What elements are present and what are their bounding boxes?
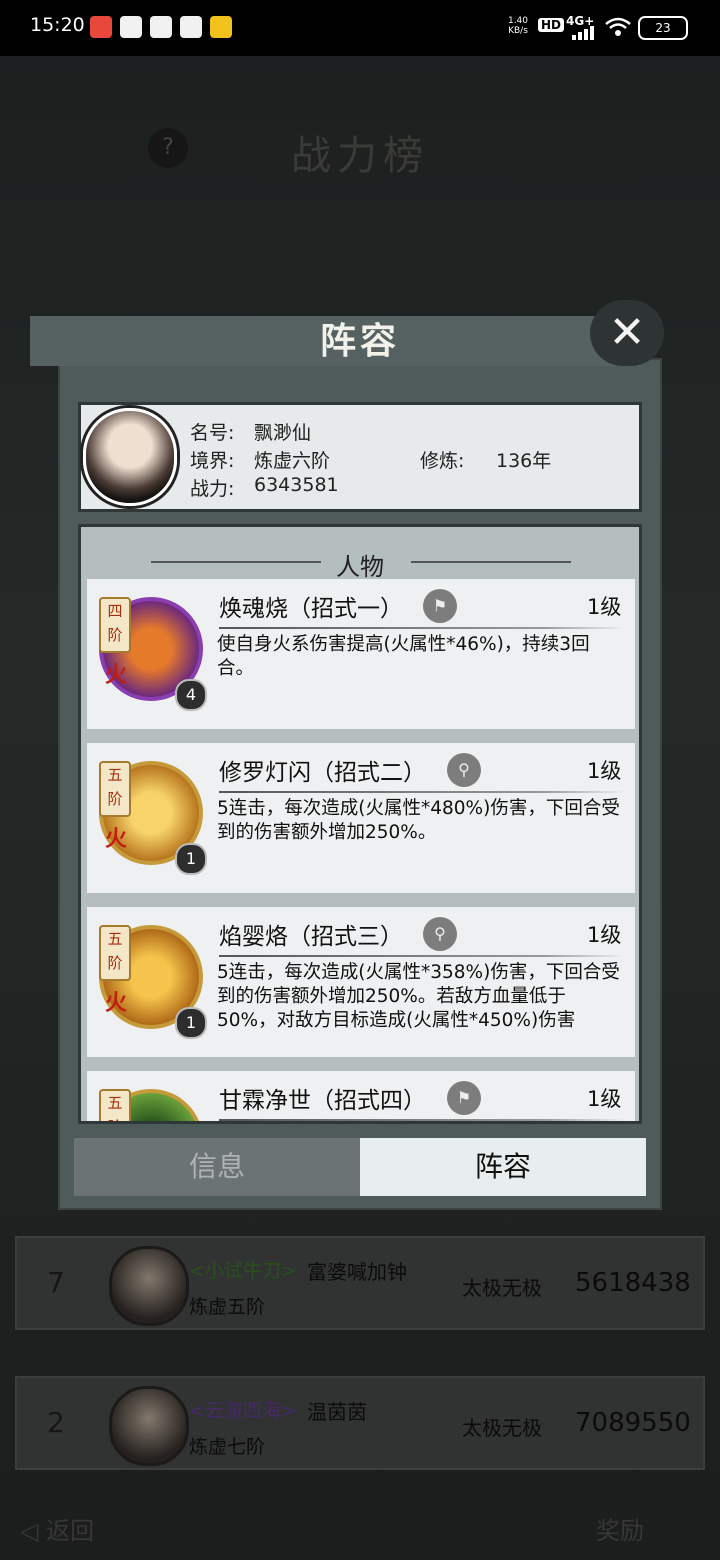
tab-lineup[interactable]: 阵容 [360,1138,646,1196]
skill-description: 使自身火系伤害提高(火属性*46%)，持续3回合。 [217,634,590,679]
skill-name: 焕魂烧（招式一） [219,596,403,622]
element-label: 火 [105,663,128,688]
battery-indicator: 23 [638,16,688,40]
mail-icon [120,16,142,38]
cultivation-label: 修炼: [420,450,465,472]
skill-type-icon[interactable]: ⚲ [423,917,457,951]
skill-type-icon[interactable]: ⚑ [447,1081,481,1115]
skill-card[interactable]: 五阶 甘霖净世（招式四） ⚑ 1级 [87,1071,635,1121]
app-icon-blue [210,16,232,38]
skill-type-icon[interactable]: ⚑ [423,589,457,623]
realm-label: 境界: [190,450,235,472]
skill-badge: 1 [175,843,207,875]
power-label: 战力: [190,478,235,500]
player-cultivation: 136年 [496,450,552,472]
player-realm: 炼虚六阶 [254,450,331,472]
skill-description: 5连击，每次造成(火属性*480%)伤害，下回合受到的伤害额外增加250%。 [217,798,620,843]
player-avatar [83,408,177,506]
skill-level: 1级 [587,759,622,783]
name-label: 名号: [190,422,235,444]
wifi-icon [605,17,631,36]
status-bar: 15:20 1.40 KB/s HD 4G+ 23 [0,0,720,56]
skill-name: 焰婴烙（招式三） [219,924,403,950]
hd-badge: HD [538,18,565,32]
player-power: 6343581 [254,474,339,496]
tier-badge: 四阶 [99,597,131,653]
skill-divider [219,955,625,957]
skill-level: 1级 [587,1087,622,1111]
signal-icon [572,26,594,40]
element-label: 火 [105,991,128,1016]
skill-card[interactable]: 四阶 火 4 焕魂烧（招式一） ⚑ 1级 使自身火系伤害提高(火属性*46%)，… [87,579,635,729]
net-speed: 1.40 KB/s [507,16,529,36]
skill-divider [219,791,625,793]
skill-description: 5连击，每次造成(火属性*358%)伤害，下回合受到的伤害额外增加250%。若敌… [217,962,620,1031]
element-label: 火 [105,827,128,852]
game-icon [150,16,172,38]
status-time: 15:20 [30,14,85,36]
skill-card[interactable]: 五阶 火 1 修罗灯闪（招式二） ⚲ 1级 5连击，每次造成(火属性*480%)… [87,743,635,893]
tier-badge: 五阶 [99,925,131,981]
section-title: 人物 [336,553,384,581]
skill-name: 甘霖净世（招式四） [219,1088,426,1114]
skill-level: 1级 [587,595,622,619]
app-icon-square [180,16,202,38]
skill-name: 修罗灯闪（招式二） [219,760,426,786]
tier-badge: 五阶 [99,761,131,817]
close-icon[interactable]: ✕ [590,300,664,366]
skill-badge: 4 [175,679,207,711]
skill-divider [219,1119,625,1121]
app-icon-red [90,16,112,38]
skills-panel[interactable]: 人物 四阶 火 4 焕魂烧（招式一） ⚑ 1级 使自身火系伤害提高(火属性*46… [78,524,642,1124]
skill-type-icon[interactable]: ⚲ [447,753,481,787]
section-divider [411,561,571,563]
skill-card[interactable]: 五阶 火 1 焰婴烙（招式三） ⚲ 1级 5连击，每次造成(火属性*358%)伤… [87,907,635,1057]
skill-divider [219,627,625,629]
tab-info[interactable]: 信息 [74,1138,360,1196]
skill-level: 1级 [587,923,622,947]
skill-badge: 1 [175,1007,207,1039]
tier-badge: 五阶 [99,1089,131,1121]
player-name: 飘渺仙 [254,422,312,444]
